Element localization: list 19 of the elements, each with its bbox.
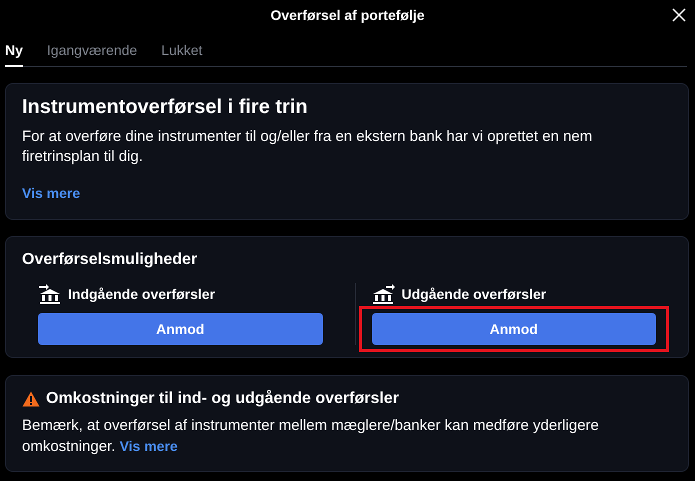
close-icon[interactable] (671, 7, 687, 23)
more-link[interactable]: Vis mere (120, 438, 178, 454)
card-text: For at overføre dine instrumenter til og/eller fra en ekstern bank har vi oprettet en nem firetrinsplan til dig. (22, 127, 594, 167)
option-label: Indgående overførsler (68, 286, 216, 302)
window-title: Overførsel af portefølje (270, 7, 425, 23)
tab[interactable]: Ny (5, 38, 23, 67)
bank-arrow-icon (372, 283, 396, 305)
more-link[interactable]: Vis mere (22, 185, 80, 201)
card-title: Omkostninger til ind- og udgående overførsler (46, 390, 399, 408)
option-label: Udgående overførsler (402, 286, 546, 302)
card-title: Instrumentoverførsel i fire trin (22, 96, 309, 119)
request-button[interactable]: Anmod (372, 313, 656, 345)
card-text: Bemærk, at overførsel af instrumenter mellem mæglere/banker kan medføre yderligere omkostninger. Vis mere (22, 416, 600, 457)
tab[interactable]: Lukket (161, 38, 202, 67)
bank-arrow-icon (38, 283, 62, 305)
warning-icon (22, 391, 40, 407)
request-button[interactable]: Anmod (38, 313, 322, 345)
card-title: Overførselsmuligheder (22, 251, 198, 269)
tab[interactable]: Igangværende (46, 38, 138, 67)
